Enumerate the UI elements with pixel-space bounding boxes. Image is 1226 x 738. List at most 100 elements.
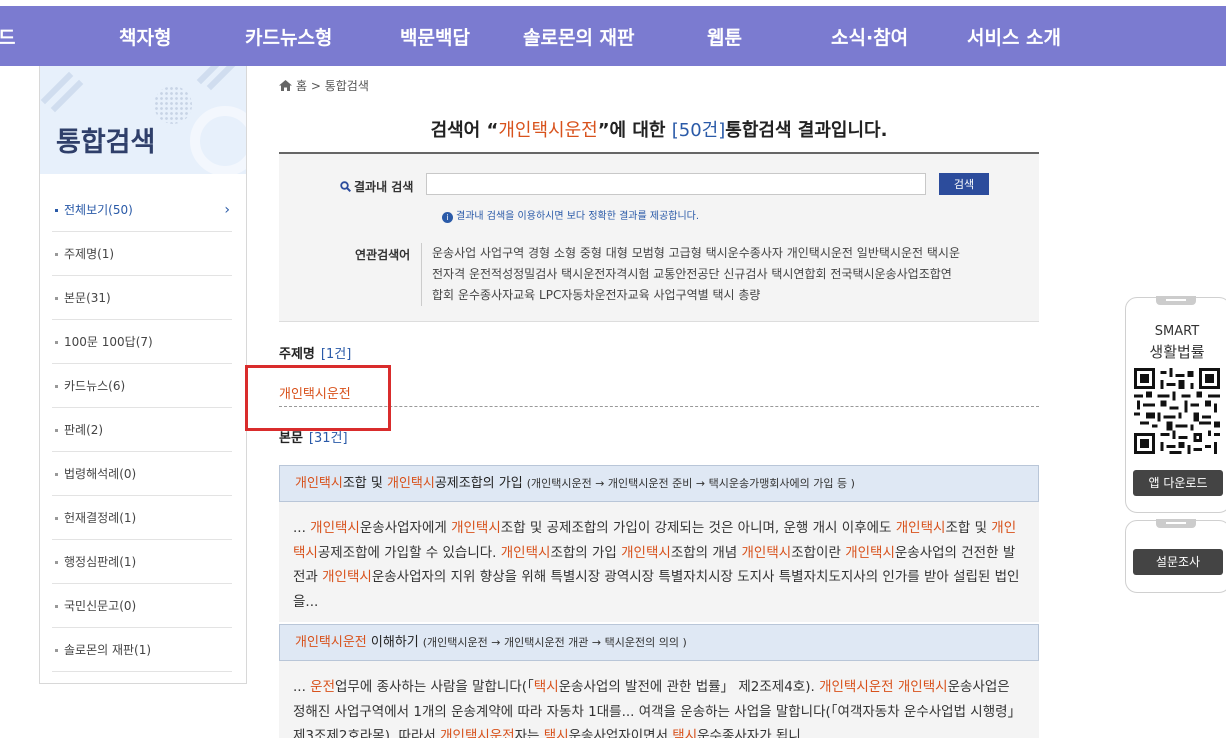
sidebar-item[interactable]: 전체보기(50) › bbox=[52, 188, 232, 232]
result-title[interactable]: 개인택시운전 이해하기 (개인택시운전 → 개인택시운전 개관 → 택시운전의 의… bbox=[279, 624, 1039, 661]
sidebar-item-label: 헌재결정례(1) bbox=[64, 511, 137, 525]
sidebar-item-label: 100문 100답(7) bbox=[64, 335, 153, 349]
result-path: (개인택시운전 → 개인택시운전 개관 → 택시운전의 의의 ) bbox=[422, 636, 687, 649]
sidebar-item-label: 판례(2) bbox=[64, 423, 104, 437]
nav-item-cardnews[interactable]: 카드뉴스형 bbox=[245, 23, 332, 50]
sidebar-item[interactable]: 법령해석례(0) bbox=[52, 452, 232, 496]
related-term-link[interactable]: 개인택시운전 bbox=[787, 246, 853, 260]
result-title[interactable]: 개인택시조합 및 개인택시공제조합의 가입 (개인택시운전 → 개인택시운전 준비… bbox=[279, 465, 1039, 502]
highlighted-keyword: 개인택시 bbox=[500, 544, 551, 561]
section-topic-header: 주제명 [1건] bbox=[279, 343, 351, 362]
highlighted-keyword: 개인택시 bbox=[387, 476, 435, 491]
related-term-link[interactable]: 모범형 bbox=[632, 246, 665, 260]
snippet-text: 자는 bbox=[514, 728, 544, 738]
sidebar-title: 통합검색 bbox=[56, 127, 156, 158]
widget-line2: 생활법률 bbox=[1149, 343, 1205, 361]
highlighted-keyword: 개인택시 bbox=[741, 544, 792, 561]
snippet-text: 조합 및 bbox=[945, 520, 992, 536]
snippet-text: 업무에 종사하는 사람을 말합니다(「 bbox=[335, 679, 534, 695]
result-path: (개인택시운전 → 개인택시운전 준비 → 택시운송가맹회사에의 가입 등 ) bbox=[526, 477, 855, 490]
headline-middle: ”에 대한 bbox=[597, 120, 672, 141]
related-term-link[interactable]: 신규검사 bbox=[723, 267, 767, 281]
sidebar-item[interactable]: 주제명(1) bbox=[52, 232, 232, 276]
sidebar-item[interactable]: 본문(31) bbox=[52, 276, 232, 320]
related-term-link[interactable]: 고급형 bbox=[669, 246, 702, 260]
related-term-link[interactable]: LPC자동차운전자교육 bbox=[539, 288, 650, 302]
snippet-text: 운송사업자에게 bbox=[359, 520, 452, 536]
section-topic-count: [1건] bbox=[320, 347, 352, 362]
sidebar-item[interactable]: 판례(2) bbox=[52, 408, 232, 452]
search-headline: 검색어 “개인택시운전”에 대한 [50건]통합검색 결과입니다. bbox=[279, 116, 1039, 142]
related-term-link[interactable]: 운수종사자교육 bbox=[458, 288, 535, 302]
related-term-link[interactable]: 대형 bbox=[606, 246, 628, 260]
headline-count: [50건] bbox=[671, 120, 726, 141]
related-term-link[interactable]: 사업구역별 택시 총량 bbox=[653, 288, 760, 302]
chevron-right-icon: › bbox=[224, 202, 230, 218]
snippet-text: 조합의 개념 bbox=[670, 544, 742, 561]
snippet-text: 운송사업의 발전에 관한 법률」 제2조제4호). bbox=[558, 679, 820, 695]
result-snippet: ... 개인택시운송사업자에게 개인택시조합 및 공제조합의 가입이 강제되는 … bbox=[279, 502, 1039, 622]
related-term-link[interactable]: 택시운수종사자 bbox=[706, 246, 783, 260]
search-tip: i 결과내 검색을 이용하시면 보다 정확한 결과를 제공합니다. bbox=[442, 207, 699, 223]
smart-app-widget: SMART 생활법률 앱 다운로드 bbox=[1125, 296, 1226, 513]
related-term-link[interactable]: 운송사업 bbox=[432, 246, 476, 260]
sidebar-item-label: 솔로몬의 재판(1) bbox=[64, 643, 152, 657]
related-term-link[interactable]: 경형 bbox=[528, 246, 550, 260]
headline-prefix: 검색어 “ bbox=[430, 120, 499, 141]
sidebar-item-label: 본문(31) bbox=[64, 291, 111, 305]
top-nav: 드 책자형 카드뉴스형 백문백답 솔로몬의 재판 웹툰 소식·참여 서비스 소개 bbox=[0, 6, 1226, 66]
sidebar-item[interactable]: 행정심판례(1) bbox=[52, 540, 232, 584]
related-term-link[interactable]: 택시운전자격시험 bbox=[561, 267, 649, 281]
nav-item-webtoon[interactable]: 웹툰 bbox=[707, 23, 742, 50]
sidebar-item-label: 법령해석례(0) bbox=[64, 467, 137, 481]
refine-search-panel: 결과내 검색 검색 i 결과내 검색을 이용하시면 보다 정확한 결과를 제공합니… bbox=[279, 152, 1039, 322]
related-term-link[interactable]: 교통안전공단 bbox=[653, 267, 719, 281]
highlighted-keyword: 개인택시 bbox=[295, 476, 343, 491]
nav-item-news[interactable]: 소식·참여 bbox=[831, 23, 908, 50]
refine-search-label: 결과내 검색 bbox=[340, 178, 413, 195]
app-download-button[interactable]: 앱 다운로드 bbox=[1133, 470, 1223, 496]
sidebar-item[interactable]: 국민신문고(0) bbox=[52, 584, 232, 628]
sidebar-item[interactable]: 100문 100답(7) bbox=[52, 320, 232, 364]
result-snippet: ... 운전업무에 종사하는 사람을 말합니다(「택시운송사업의 발전에 관한 … bbox=[279, 661, 1039, 738]
highlighted-keyword: 택시 bbox=[543, 728, 569, 738]
highlighted-keyword: 개인택시 bbox=[322, 569, 372, 585]
sidebar-item[interactable]: 솔로몬의 재판(1) bbox=[52, 628, 232, 672]
result-title-segment: 이해하기 bbox=[366, 635, 419, 650]
snippet-text: 운수종사자가 됩니 bbox=[697, 728, 801, 738]
section-body-title: 본문 bbox=[279, 431, 303, 446]
related-term-link[interactable]: 택시연합회 bbox=[771, 267, 826, 281]
snippet-text: 공제조합에 가입할 수 있습니다. bbox=[317, 544, 501, 561]
nav-item-qna[interactable]: 백문백답 bbox=[400, 23, 470, 50]
highlighted-keyword: 개인택시 bbox=[895, 520, 946, 536]
info-icon: i bbox=[442, 212, 453, 223]
sidebar-item[interactable]: 카드뉴스(6) bbox=[52, 364, 232, 408]
divider bbox=[279, 406, 1039, 407]
highlight-annotation-box bbox=[245, 365, 391, 431]
related-term-link[interactable]: 사업구역 bbox=[480, 246, 524, 260]
home-icon[interactable] bbox=[279, 80, 292, 91]
refine-search-button[interactable]: 검색 bbox=[939, 173, 989, 195]
survey-button[interactable]: 설문조사 bbox=[1133, 549, 1223, 575]
highlighted-keyword: 개인택시 bbox=[621, 544, 671, 561]
refine-search-input[interactable] bbox=[426, 173, 926, 195]
nav-item-booklet[interactable]: 책자형 bbox=[119, 23, 171, 50]
sidebar-item-label: 국민신문고(0) bbox=[64, 599, 137, 613]
section-body-count: [31건] bbox=[308, 431, 348, 446]
result-title-segment: 공제조합의 가입 bbox=[434, 476, 523, 491]
refine-search-label-text: 결과내 검색 bbox=[354, 180, 414, 194]
section-topic-title: 주제명 bbox=[279, 347, 315, 362]
highlighted-keyword: 개인택시 bbox=[845, 544, 895, 561]
related-term-link[interactable]: 운전적성정밀검사 bbox=[469, 267, 557, 281]
sidebar-item-label: 전체보기(50) bbox=[64, 203, 133, 217]
related-term-link[interactable]: 소형 bbox=[554, 246, 576, 260]
breadcrumb: 홈 > 통합검색 bbox=[279, 77, 369, 94]
related-term-link[interactable]: 일반택시운전 bbox=[857, 246, 923, 260]
related-term-link[interactable]: 중형 bbox=[580, 246, 602, 260]
sidebar-item[interactable]: 헌재결정례(1) bbox=[52, 496, 232, 540]
highlighted-keyword: 개인택시운전 bbox=[819, 679, 894, 695]
nav-item-partial[interactable]: 드 bbox=[0, 23, 15, 50]
nav-item-solomon[interactable]: 솔로몬의 재판 bbox=[523, 23, 635, 50]
nav-item-about[interactable]: 서비스 소개 bbox=[967, 23, 1061, 50]
snippet-text: ... bbox=[293, 520, 311, 536]
